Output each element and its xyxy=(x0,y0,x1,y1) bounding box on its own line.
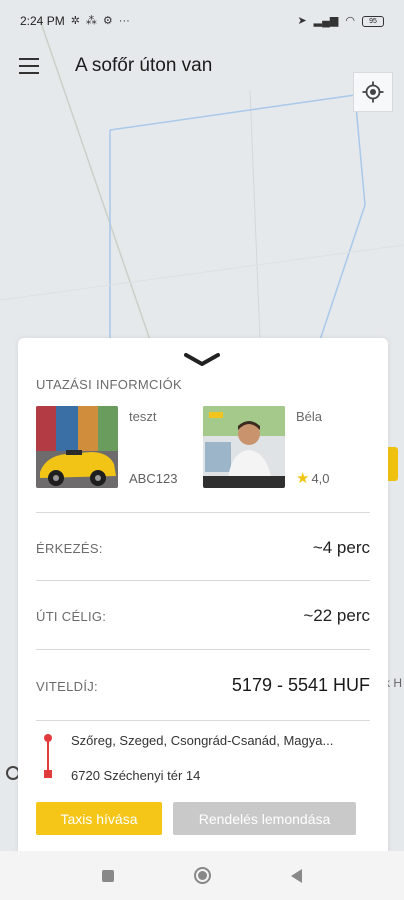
gear-icon: ⚙ xyxy=(102,14,113,27)
crosshair-icon xyxy=(362,81,384,103)
divider xyxy=(36,512,370,513)
location-icon: ➤ xyxy=(297,14,307,27)
wifi-icon: ◠ xyxy=(345,14,355,27)
driver-rating-value: 4,0 xyxy=(311,471,330,486)
call-taxi-button[interactable]: Taxis hívása xyxy=(36,802,162,835)
arrival-label: ÉRKEZÉS: xyxy=(36,541,103,556)
back-button[interactable] xyxy=(291,868,302,883)
menu-icon[interactable] xyxy=(19,58,39,74)
home-button[interactable] xyxy=(194,867,211,884)
section-title: UTAZÁSI INFORMCIÓK xyxy=(36,377,182,392)
fare-value: 5179 - 5541 HUF xyxy=(231,675,370,695)
star-icon: ★ xyxy=(296,470,310,487)
car-photo xyxy=(36,406,118,488)
settings-icon: ✲ xyxy=(70,14,80,27)
destination-address: 6720 Széchenyi tér 14 xyxy=(71,768,201,783)
fare-label: VITELDÍJ: xyxy=(36,679,98,694)
system-nav-bar xyxy=(0,851,404,900)
trip-info-card: UTAZÁSI INFORMCIÓK teszt ABC123 Béla ★ 4… xyxy=(18,338,388,858)
arrival-value: ~4 perc xyxy=(312,538,370,557)
divider xyxy=(36,649,370,650)
car-name: teszt xyxy=(129,409,157,424)
network-icon: ⁂ xyxy=(85,14,97,27)
route-line xyxy=(47,738,49,774)
chevron-down-icon[interactable] xyxy=(184,352,220,368)
battery-icon: 95 xyxy=(362,15,384,27)
status-bar: 2:24 PM ✲ ⁂ ⚙ ··· ➤ ▂▄▆ ◠ 95 xyxy=(0,0,404,42)
recents-button[interactable] xyxy=(102,869,114,882)
pickup-address: Szőreg, Szeged, Csongrád-Csanád, Magya..… xyxy=(71,733,334,748)
destination-marker-icon xyxy=(44,770,52,778)
destination-value: ~22 perc xyxy=(303,606,370,625)
cancel-order-button[interactable]: Rendelés lemondása xyxy=(173,802,356,835)
driver-photo xyxy=(203,406,285,488)
divider xyxy=(36,580,370,581)
signal-icon: ▂▄▆ xyxy=(313,14,339,27)
page-title: A sofőr úton van xyxy=(75,55,213,76)
locate-me-button[interactable] xyxy=(353,72,393,112)
pickup-marker-icon xyxy=(44,734,52,742)
driver-name: Béla xyxy=(296,409,323,424)
driver-rating: ★ 4,0 xyxy=(296,471,330,486)
car-plate: ABC123 xyxy=(129,471,178,486)
status-time: 2:24 PM xyxy=(20,14,65,28)
more-icon: ··· xyxy=(118,14,130,27)
divider xyxy=(36,720,370,721)
destination-label: ÚTI CÉLIG: xyxy=(36,609,107,624)
app-header: A sofőr úton van xyxy=(0,42,404,90)
battery-level: 95 xyxy=(369,17,377,25)
